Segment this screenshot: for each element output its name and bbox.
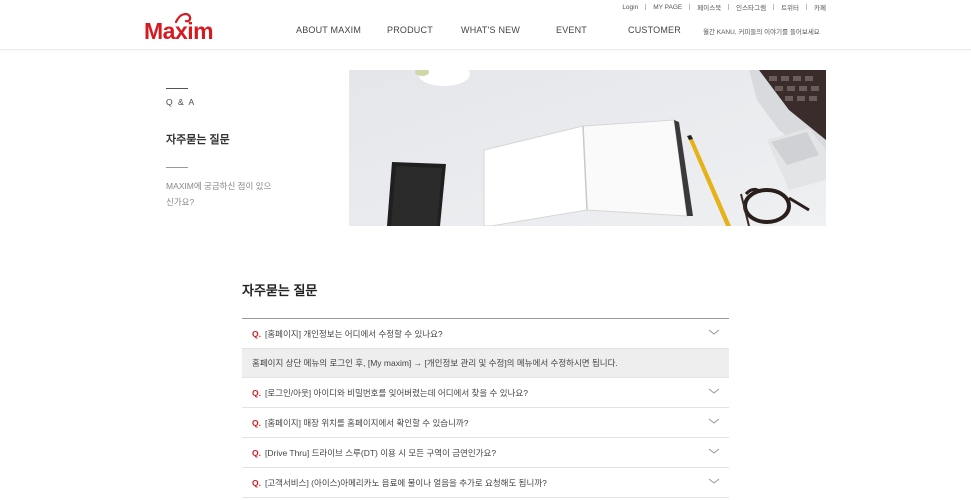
faq-question-text: [고객서비스] (아이스)아메리카노 음료에 물이나 얼음을 추가로 요청해도 … xyxy=(264,477,547,488)
login-link[interactable]: Login xyxy=(622,4,638,11)
faq-question-text: [홈페이지] 매장 위치를 홈페이지에서 확인할 수 있습니까? xyxy=(264,417,469,428)
nav-event[interactable]: EVENT xyxy=(556,25,587,35)
utility-nav: Login MY PAGE 페이스북 인스타그램 트위터 카페 xyxy=(622,2,826,13)
faq-question[interactable]: Q. [홈페이지] 매장 위치를 홈페이지에서 확인할 수 있습니까? xyxy=(242,408,729,438)
mypage-link[interactable]: MY PAGE xyxy=(653,4,682,11)
q-prefix: Q. xyxy=(252,387,261,398)
faq-question-text: [홈페이지] 개인정보는 어디에서 수정할 수 있나요? xyxy=(264,328,443,339)
divider xyxy=(645,4,647,10)
cafe-link[interactable]: 카페 xyxy=(814,2,826,12)
q-prefix: Q. xyxy=(252,417,261,428)
maxim-logo[interactable]: Maxim xyxy=(144,12,216,44)
logo-text: Maxim xyxy=(144,18,214,44)
chevron-down-icon[interactable] xyxy=(708,476,720,486)
kanu-promo-link[interactable]: 월간 KANU, 커피들의 이야기를 들어보세요 xyxy=(703,26,820,36)
divider xyxy=(728,4,730,10)
chevron-down-icon[interactable] xyxy=(708,446,720,456)
category-label: Q & A xyxy=(166,97,196,107)
instagram-link[interactable]: 인스타그램 xyxy=(736,2,766,12)
faq-question[interactable]: Q. [홈페이지] 개인정보는 어디에서 수정할 수 있나요? xyxy=(242,319,729,349)
divider xyxy=(773,4,775,10)
hero-image xyxy=(349,70,826,226)
chevron-down-icon[interactable] xyxy=(708,386,720,396)
faq-question-text: [Drive Thru] 드라이브 스루(DT) 이용 시 모든 구역이 금연인… xyxy=(264,447,497,458)
chevron-down-icon[interactable] xyxy=(708,416,720,426)
faq-heading: 자주묻는 질문 xyxy=(242,283,318,298)
faq-question[interactable]: Q. [Drive Thru] 드라이브 스루(DT) 이용 시 모든 구역이 … xyxy=(242,438,729,468)
category-divider xyxy=(166,88,188,89)
page-description: MAXIM에 궁금하신 점이 있으신가요? xyxy=(166,181,272,207)
q-prefix: Q. xyxy=(252,447,261,458)
title-divider xyxy=(166,167,188,168)
q-prefix: Q. xyxy=(252,328,261,339)
faq-list: Q. [홈페이지] 개인정보는 어디에서 수정할 수 있나요? 홈페이지 상단 … xyxy=(242,318,729,498)
page-title: 자주묻는 질문 xyxy=(166,134,230,146)
nav-product[interactable]: PRODUCT xyxy=(387,25,433,35)
chevron-down-icon[interactable] xyxy=(708,327,720,337)
nav-customer[interactable]: CUSTOMER xyxy=(628,25,681,35)
divider xyxy=(689,4,691,10)
q-prefix: Q. xyxy=(252,477,261,488)
twitter-link[interactable]: 트위터 xyxy=(781,2,799,12)
site-header: Maxim Login MY PAGE 페이스북 인스타그램 트위터 카페 AB… xyxy=(0,0,971,50)
faq-question[interactable]: Q. [로그인/아웃] 아이디와 비밀번호를 잊어버렸는데 어디에서 찾을 수 … xyxy=(242,378,729,408)
facebook-link[interactable]: 페이스북 xyxy=(697,2,721,12)
faq-question-text: [로그인/아웃] 아이디와 비밀번호를 잊어버렸는데 어디에서 찾을 수 있나요… xyxy=(264,387,528,398)
nav-about-maxim[interactable]: ABOUT MAXIM xyxy=(296,25,361,35)
faq-answer: 홈페이지 상단 메뉴의 로그인 후, [My maxim] → [개인정보 관리… xyxy=(242,349,729,378)
faq-question[interactable]: Q. [고객서비스] (아이스)아메리카노 음료에 물이나 얼음을 추가로 요청… xyxy=(242,468,729,498)
desk-illustration xyxy=(349,70,826,226)
nav-whats-new[interactable]: WHAT'S NEW xyxy=(461,25,520,35)
divider xyxy=(806,4,808,10)
